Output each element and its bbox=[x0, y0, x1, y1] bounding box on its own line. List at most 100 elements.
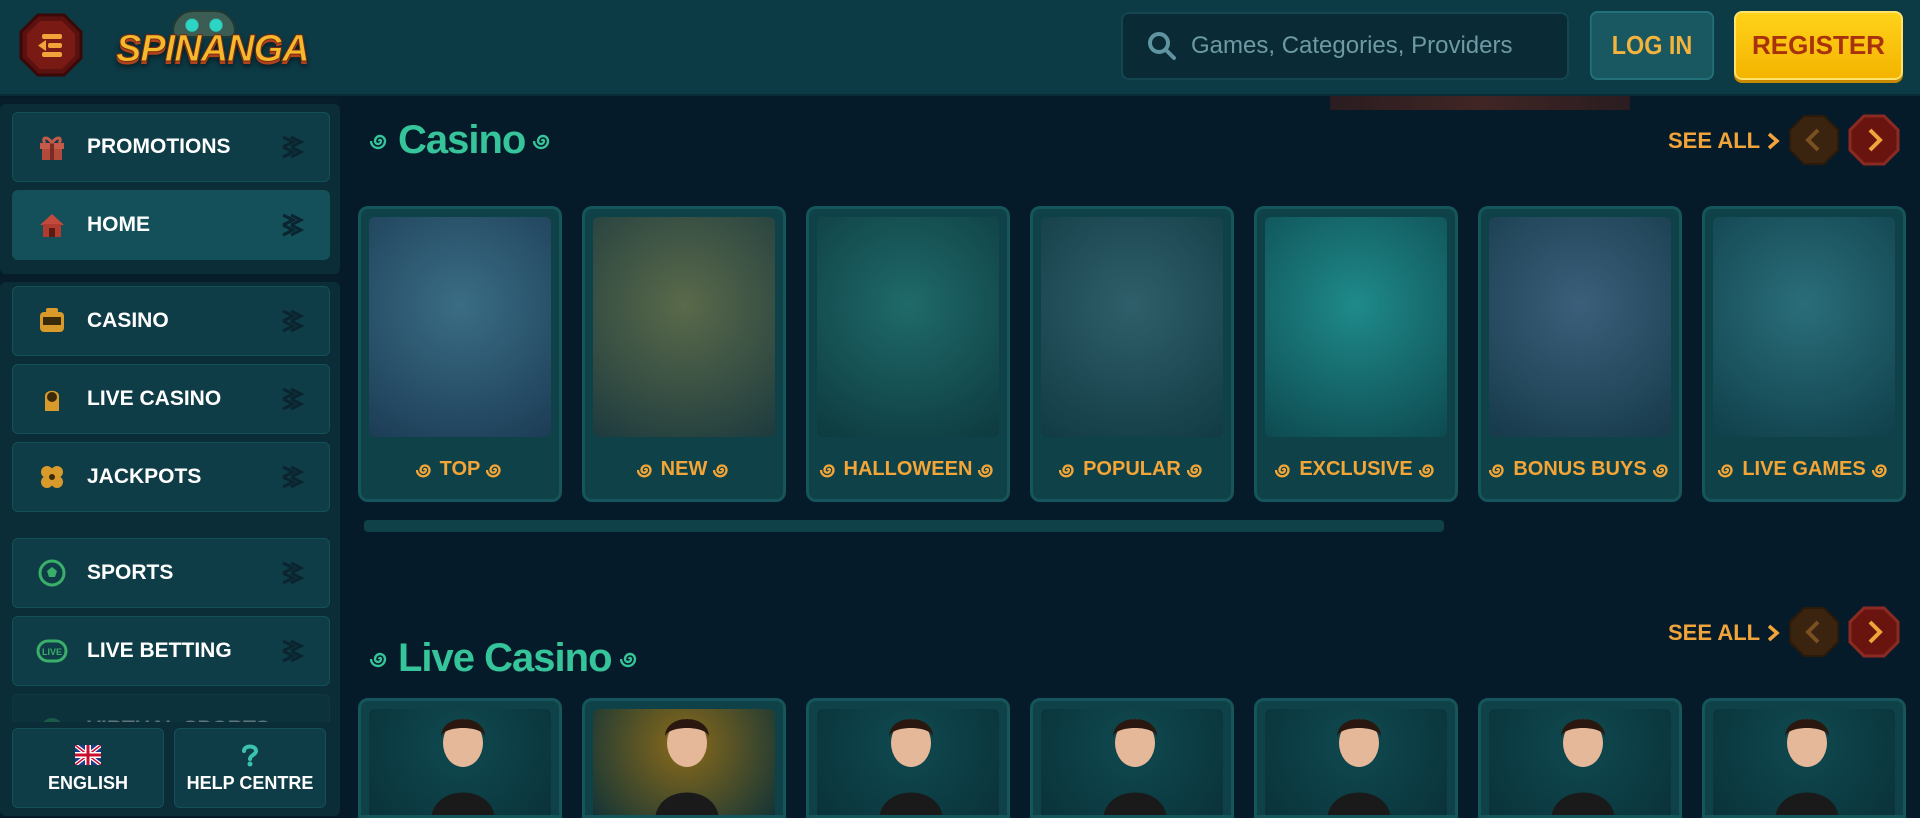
category-card[interactable]: NEW bbox=[582, 206, 786, 502]
category-label: HALLOWEEN bbox=[843, 458, 973, 480]
chevron-right-icon bbox=[282, 309, 305, 333]
swirl-icon bbox=[1652, 463, 1668, 477]
swirl-icon bbox=[1059, 463, 1074, 477]
chevron-right-icon bbox=[282, 639, 305, 663]
chevron-right-icon bbox=[282, 135, 305, 159]
live-game-card[interactable] bbox=[806, 698, 1010, 818]
help-centre-button[interactable]: HELP CENTRE bbox=[174, 728, 326, 808]
sidebar-item-jackpots[interactable]: JACKPOTS bbox=[12, 442, 330, 512]
category-label-row: EXCLUSIVE bbox=[1257, 458, 1455, 481]
search-box[interactable] bbox=[1121, 12, 1569, 80]
live-game-card[interactable] bbox=[582, 698, 786, 818]
sidebar-item-label: LIVE BETTING bbox=[87, 639, 232, 662]
login-button[interactable]: LOG IN bbox=[1589, 11, 1715, 80]
chevron-right-icon bbox=[282, 387, 305, 411]
swirl-icon bbox=[370, 134, 387, 149]
sidebar-item-label: LIVE CASINO bbox=[87, 387, 222, 410]
uk-flag-icon bbox=[75, 743, 101, 767]
logo-text: SPINANGA bbox=[116, 28, 311, 71]
category-card[interactable]: LIVE GAMES bbox=[1702, 206, 1906, 502]
live-casino-next-button[interactable] bbox=[1848, 606, 1900, 658]
clover-icon bbox=[35, 460, 69, 494]
menu-toggle-button[interactable] bbox=[18, 12, 84, 78]
football-icon bbox=[35, 556, 69, 590]
gift-icon bbox=[35, 130, 69, 164]
dealer-figure bbox=[1767, 707, 1847, 815]
category-label-row: POPULAR bbox=[1033, 458, 1231, 481]
svg-text:LIVE: LIVE bbox=[42, 647, 62, 657]
top-header: SPINANGA LOG IN REGISTER bbox=[0, 0, 1920, 96]
live-casino-section-title: Live Casino bbox=[398, 636, 613, 680]
category-label: TOP bbox=[439, 458, 481, 480]
category-card[interactable]: BONUS BUYS bbox=[1478, 206, 1682, 502]
chevron-right-icon bbox=[282, 561, 305, 585]
swirl-icon bbox=[533, 134, 550, 149]
sidebar-bottom-bar: ENGLISH HELP CENTRE bbox=[0, 722, 340, 812]
sidebar-item-home[interactable]: HOME bbox=[12, 190, 330, 260]
see-all-label: SEE ALL bbox=[1668, 620, 1761, 645]
category-card[interactable]: TOP bbox=[358, 206, 562, 502]
live-game-card[interactable] bbox=[1478, 698, 1682, 818]
category-card[interactable]: POPULAR bbox=[1030, 206, 1234, 502]
category-label-row: BONUS BUYS bbox=[1481, 458, 1679, 481]
swirl-icon bbox=[819, 463, 835, 477]
register-button[interactable]: REGISTER bbox=[1734, 11, 1903, 80]
sidebar-item-live-betting[interactable]: LIVE LIVE BETTING bbox=[12, 616, 330, 686]
category-label: LIVE GAMES bbox=[1742, 458, 1866, 480]
sidebar-item-label: SPORTS bbox=[87, 561, 174, 584]
casino-prev-button[interactable] bbox=[1788, 114, 1840, 166]
casino-see-all-link[interactable]: SEE ALL bbox=[1668, 128, 1780, 154]
sidebar-item-live-casino[interactable]: LIVE CASINO bbox=[12, 364, 330, 434]
dealer-figure bbox=[1095, 707, 1175, 815]
category-label: EXCLUSIVE bbox=[1299, 458, 1413, 480]
search-input[interactable] bbox=[1191, 32, 1551, 60]
casino-scrollbar[interactable] bbox=[364, 520, 1444, 532]
dealer-figure bbox=[1319, 707, 1399, 815]
sidebar: PROMOTIONS HOME CASINO LIVE CASINO JACKP… bbox=[0, 98, 340, 816]
sidebar-item-promotions[interactable]: PROMOTIONS bbox=[12, 112, 330, 182]
swirl-icon bbox=[370, 652, 387, 667]
sidebar-item-label: JACKPOTS bbox=[87, 465, 202, 488]
category-card[interactable]: HALLOWEEN bbox=[806, 206, 1010, 502]
menu-collapse-icon bbox=[19, 13, 83, 77]
category-card[interactable]: EXCLUSIVE bbox=[1254, 206, 1458, 502]
swirl-icon bbox=[1489, 463, 1504, 477]
swirl-icon bbox=[636, 463, 652, 477]
live-game-card[interactable] bbox=[1254, 698, 1458, 818]
casino-next-button[interactable] bbox=[1848, 114, 1900, 166]
swirl-icon bbox=[1275, 463, 1290, 477]
sidebar-item-label: HOME bbox=[87, 213, 150, 236]
chevron-right-icon bbox=[282, 213, 305, 237]
slot-machine-icon bbox=[35, 304, 69, 338]
question-icon bbox=[237, 743, 263, 767]
live-game-card[interactable] bbox=[1702, 698, 1906, 818]
sidebar-item-label: CASINO bbox=[87, 309, 169, 332]
swirl-icon bbox=[978, 463, 994, 477]
live-icon: LIVE bbox=[35, 634, 69, 668]
live-game-card[interactable] bbox=[1030, 698, 1234, 818]
hero-banner-edge bbox=[1330, 96, 1630, 110]
sidebar-item-sports[interactable]: SPORTS bbox=[12, 538, 330, 608]
category-label-row: HALLOWEEN bbox=[809, 458, 1007, 481]
category-label: BONUS BUYS bbox=[1513, 458, 1647, 480]
casino-section-title: Casino bbox=[398, 118, 526, 162]
category-art bbox=[593, 217, 775, 437]
live-casino-prev-button[interactable] bbox=[1788, 606, 1840, 658]
category-label-row: NEW bbox=[585, 458, 783, 481]
chevron-right-icon bbox=[1767, 624, 1780, 642]
live-game-card[interactable] bbox=[358, 698, 562, 818]
language-button[interactable]: ENGLISH bbox=[12, 728, 164, 808]
chevron-right-icon bbox=[1767, 132, 1780, 150]
live-casino-see-all-link[interactable]: SEE ALL bbox=[1668, 620, 1780, 646]
category-label: NEW bbox=[660, 458, 708, 480]
spinanga-logo[interactable]: SPINANGA bbox=[116, 6, 311, 92]
dealer-figure bbox=[647, 707, 727, 815]
sidebar-item-casino[interactable]: CASINO bbox=[12, 286, 330, 356]
chevron-right-icon bbox=[282, 465, 305, 489]
swirl-icon bbox=[486, 463, 502, 477]
dealer-figure bbox=[423, 707, 503, 815]
see-all-label: SEE ALL bbox=[1668, 128, 1761, 153]
category-label-row: TOP bbox=[361, 458, 559, 481]
sidebar-item-label: PROMOTIONS bbox=[87, 135, 231, 158]
swirl-icon bbox=[713, 463, 728, 477]
